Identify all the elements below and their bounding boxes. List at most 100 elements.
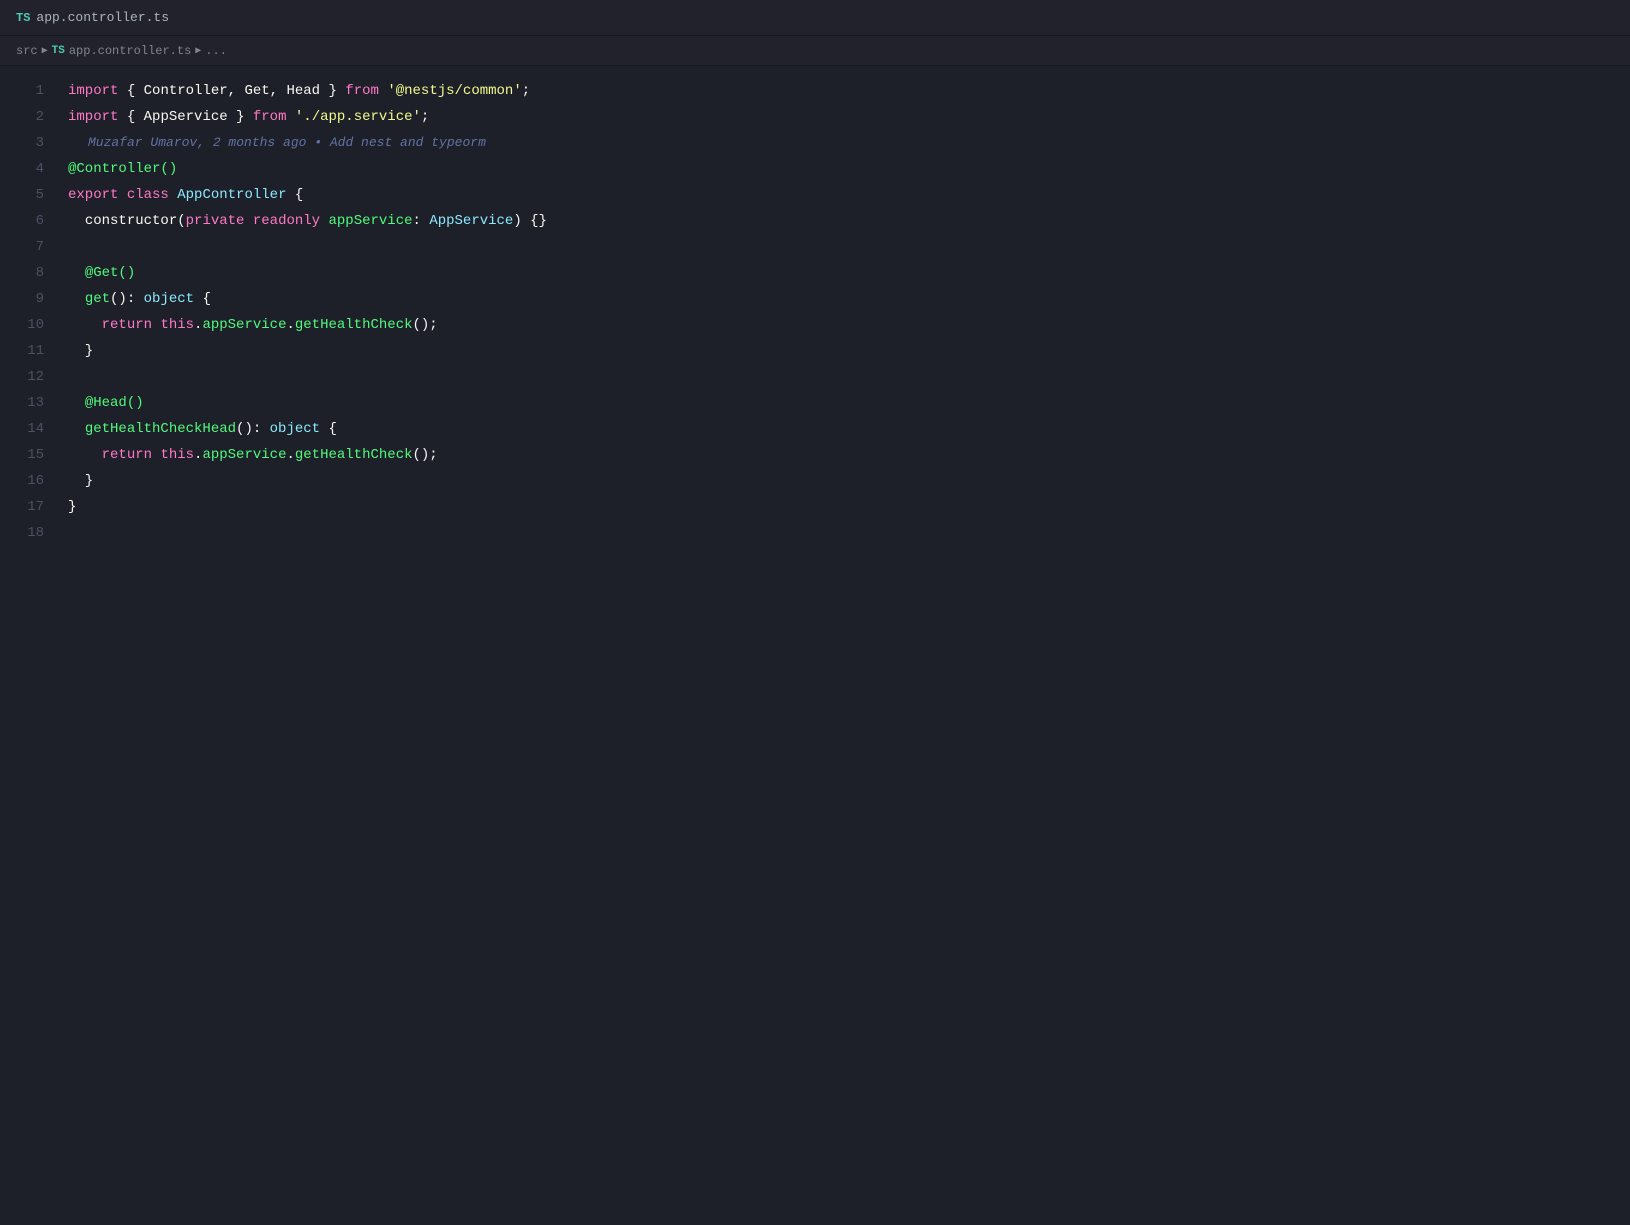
token-normal (118, 182, 126, 208)
token-normal: . (286, 312, 294, 338)
code-line-16: } (68, 468, 1630, 494)
token-kw-private: private (186, 208, 245, 234)
token-normal: AppService (144, 104, 228, 130)
token-decorator: @Controller() (68, 156, 177, 182)
token-normal: } (68, 494, 76, 520)
token-normal: } (228, 104, 253, 130)
token-normal (68, 260, 85, 286)
title-bar-label: TS app.controller.ts (16, 10, 169, 25)
token-kw-import: import (68, 104, 118, 130)
token-normal: { (118, 78, 143, 104)
line-number-18: 18 (0, 520, 44, 546)
token-normal (169, 182, 177, 208)
token-normal: . (194, 312, 202, 338)
code-line-10: return this.appService.getHealthCheck(); (68, 312, 1630, 338)
token-normal (152, 442, 160, 468)
line-number-12: 12 (0, 364, 44, 390)
token-normal: { (194, 286, 211, 312)
token-normal: ) {} (513, 208, 547, 234)
token-normal: Controller, Get, Head (144, 78, 320, 104)
editor-container: 123456789101112131415161718 import { Con… (0, 66, 1630, 1225)
token-decorator: @Get() (85, 260, 135, 286)
line-number-14: 14 (0, 416, 44, 442)
token-kw-from: from (345, 78, 379, 104)
token-normal: (); (413, 312, 438, 338)
token-normal: . (286, 442, 294, 468)
token-kw-object: object (270, 416, 320, 442)
token-string: './app.service' (295, 104, 421, 130)
token-normal: constructor( (85, 208, 186, 234)
line-number-6: 6 (0, 208, 44, 234)
token-normal: { (286, 182, 303, 208)
token-normal: (): (110, 286, 144, 312)
line-number-3: 3 (0, 130, 44, 156)
token-normal (379, 78, 387, 104)
code-line-15: return this.appService.getHealthCheck(); (68, 442, 1630, 468)
code-line-6: constructor(private readonly appService:… (68, 208, 1630, 234)
breadcrumb-filename: app.controller.ts (69, 44, 191, 58)
token-normal: : (413, 208, 430, 234)
token-normal (286, 104, 294, 130)
line-number-1: 1 (0, 78, 44, 104)
token-normal: { (320, 416, 337, 442)
line-number-8: 8 (0, 260, 44, 286)
code-area[interactable]: import { Controller, Get, Head } from '@… (60, 66, 1630, 1225)
code-line-17: } (68, 494, 1630, 520)
title-filename: app.controller.ts (36, 10, 169, 25)
token-normal (68, 208, 85, 234)
token-normal (152, 312, 160, 338)
token-kw-return: return (102, 312, 152, 338)
code-line-14: getHealthCheckHead(): object { (68, 416, 1630, 442)
code-line-7 (68, 234, 1630, 260)
git-annotation: Muzafar Umarov, 2 months ago • Add nest … (88, 130, 486, 156)
breadcrumb-file[interactable]: TS app.controller.ts (52, 44, 192, 58)
token-normal: ; (522, 78, 530, 104)
breadcrumb-sep-1: ▶ (42, 45, 48, 57)
token-normal (68, 312, 102, 338)
breadcrumb-ellipsis: ... (205, 44, 227, 58)
token-normal: . (194, 442, 202, 468)
token-method-name: getHealthCheck (295, 442, 413, 468)
code-line-2: import { AppService } from './app.servic… (68, 104, 1630, 130)
line-number-17: 17 (0, 494, 44, 520)
token-normal: } (320, 78, 345, 104)
line-number-10: 10 (0, 312, 44, 338)
code-line-5: export class AppController { (68, 182, 1630, 208)
token-normal (244, 208, 252, 234)
token-property: appService (202, 442, 286, 468)
line-number-4: 4 (0, 156, 44, 182)
token-kw-object: object (144, 286, 194, 312)
line-numbers: 123456789101112131415161718 (0, 66, 60, 1225)
token-normal: (); (413, 442, 438, 468)
token-kw-export: export (68, 182, 118, 208)
token-normal (320, 208, 328, 234)
line-number-2: 2 (0, 104, 44, 130)
token-normal: } (68, 338, 93, 364)
token-class-name: AppController (177, 182, 286, 208)
token-property: appService (328, 208, 412, 234)
token-kw-from: from (253, 104, 287, 130)
token-this-kw: this (160, 442, 194, 468)
breadcrumb-ts-badge: TS (52, 45, 65, 57)
breadcrumb-bar: src ▶ TS app.controller.ts ▶ ... (0, 36, 1630, 66)
token-normal (68, 416, 85, 442)
code-line-13: @Head() (68, 390, 1630, 416)
token-decorator: @Head() (85, 390, 144, 416)
token-kw-readonly: readonly (253, 208, 320, 234)
token-class-name: AppService (429, 208, 513, 234)
token-this-kw: this (160, 312, 194, 338)
token-normal (68, 286, 85, 312)
breadcrumb-src[interactable]: src (16, 44, 38, 58)
token-normal: } (68, 468, 93, 494)
line-number-9: 9 (0, 286, 44, 312)
line-number-11: 11 (0, 338, 44, 364)
code-line-1: import { Controller, Get, Head } from '@… (68, 78, 1630, 104)
code-line-11: } (68, 338, 1630, 364)
token-property: appService (202, 312, 286, 338)
line-number-13: 13 (0, 390, 44, 416)
token-normal: ; (421, 104, 429, 130)
breadcrumb-src-label: src (16, 44, 38, 58)
token-normal: { (118, 104, 143, 130)
code-line-12 (68, 364, 1630, 390)
token-kw-import: import (68, 78, 118, 104)
